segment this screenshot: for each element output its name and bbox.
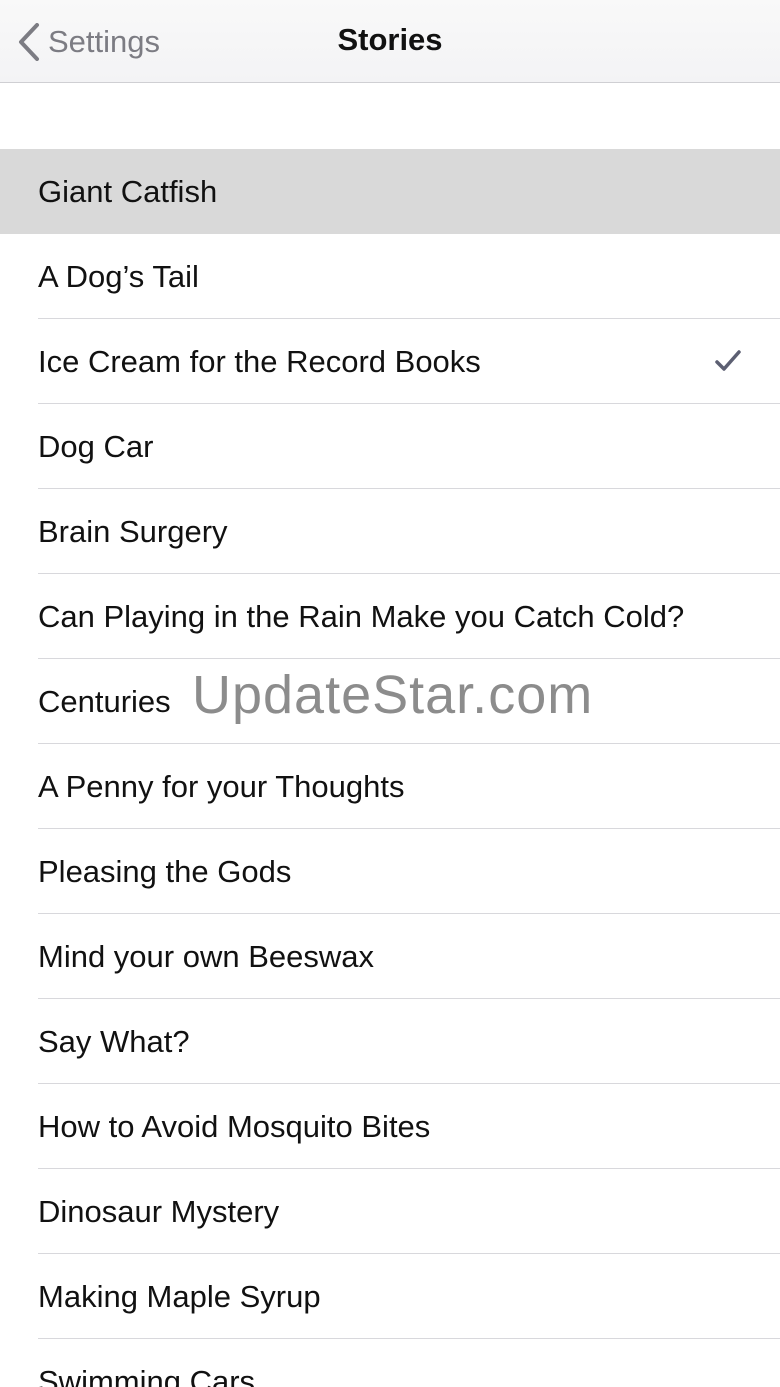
story-label: Dinosaur Mystery — [38, 1194, 280, 1229]
story-label: Pleasing the Gods — [38, 854, 292, 889]
story-row[interactable]: A Dog’s Tail — [0, 234, 780, 319]
story-row[interactable]: Centuries — [0, 659, 780, 744]
checkmark-icon — [715, 350, 741, 371]
section-header-spacer — [0, 83, 780, 149]
story-label: Say What? — [38, 1024, 190, 1059]
story-row[interactable]: Ice Cream for the Record Books — [0, 319, 780, 404]
page-title: Stories — [337, 22, 443, 57]
story-label: A Dog’s Tail — [38, 259, 199, 294]
story-row[interactable]: How to Avoid Mosquito Bites — [0, 1084, 780, 1169]
story-row[interactable]: Swimming Cars — [0, 1339, 780, 1387]
story-label: Ice Cream for the Record Books — [38, 344, 481, 379]
story-label: Mind your own Beeswax — [38, 939, 374, 974]
story-row[interactable]: Mind your own Beeswax — [0, 914, 780, 999]
story-row[interactable]: Making Maple Syrup — [0, 1254, 780, 1339]
story-row[interactable]: Dog Car — [0, 404, 780, 489]
story-label: How to Avoid Mosquito Bites — [38, 1109, 431, 1144]
story-label: A Penny for your Thoughts — [38, 769, 405, 804]
story-label: Can Playing in the Rain Make you Catch C… — [38, 599, 685, 634]
navigation-bar: Settings Stories — [0, 0, 780, 83]
story-label: Swimming Cars — [38, 1364, 256, 1387]
story-row[interactable]: A Penny for your Thoughts — [0, 744, 780, 829]
story-row[interactable]: Brain Surgery — [0, 489, 780, 574]
story-row[interactable]: Pleasing the Gods — [0, 829, 780, 914]
stories-list: Giant Catfish A Dog’s Tail Ice Cream for t… — [0, 149, 780, 1387]
story-label: Centuries — [38, 684, 171, 719]
story-label: Making Maple Syrup — [38, 1279, 321, 1314]
story-row[interactable]: Say What? — [0, 999, 780, 1084]
story-row[interactable]: Dinosaur Mystery — [0, 1169, 780, 1254]
story-label: Brain Surgery — [38, 514, 228, 549]
screen: Settings Stories Giant Catfish A Dog’s Ta… — [0, 0, 780, 1387]
story-label: Giant Catfish — [38, 174, 218, 209]
story-row[interactable]: Can Playing in the Rain Make you Catch C… — [0, 574, 780, 659]
story-row[interactable]: Giant Catfish — [0, 149, 780, 234]
story-label: Dog Car — [38, 429, 154, 464]
